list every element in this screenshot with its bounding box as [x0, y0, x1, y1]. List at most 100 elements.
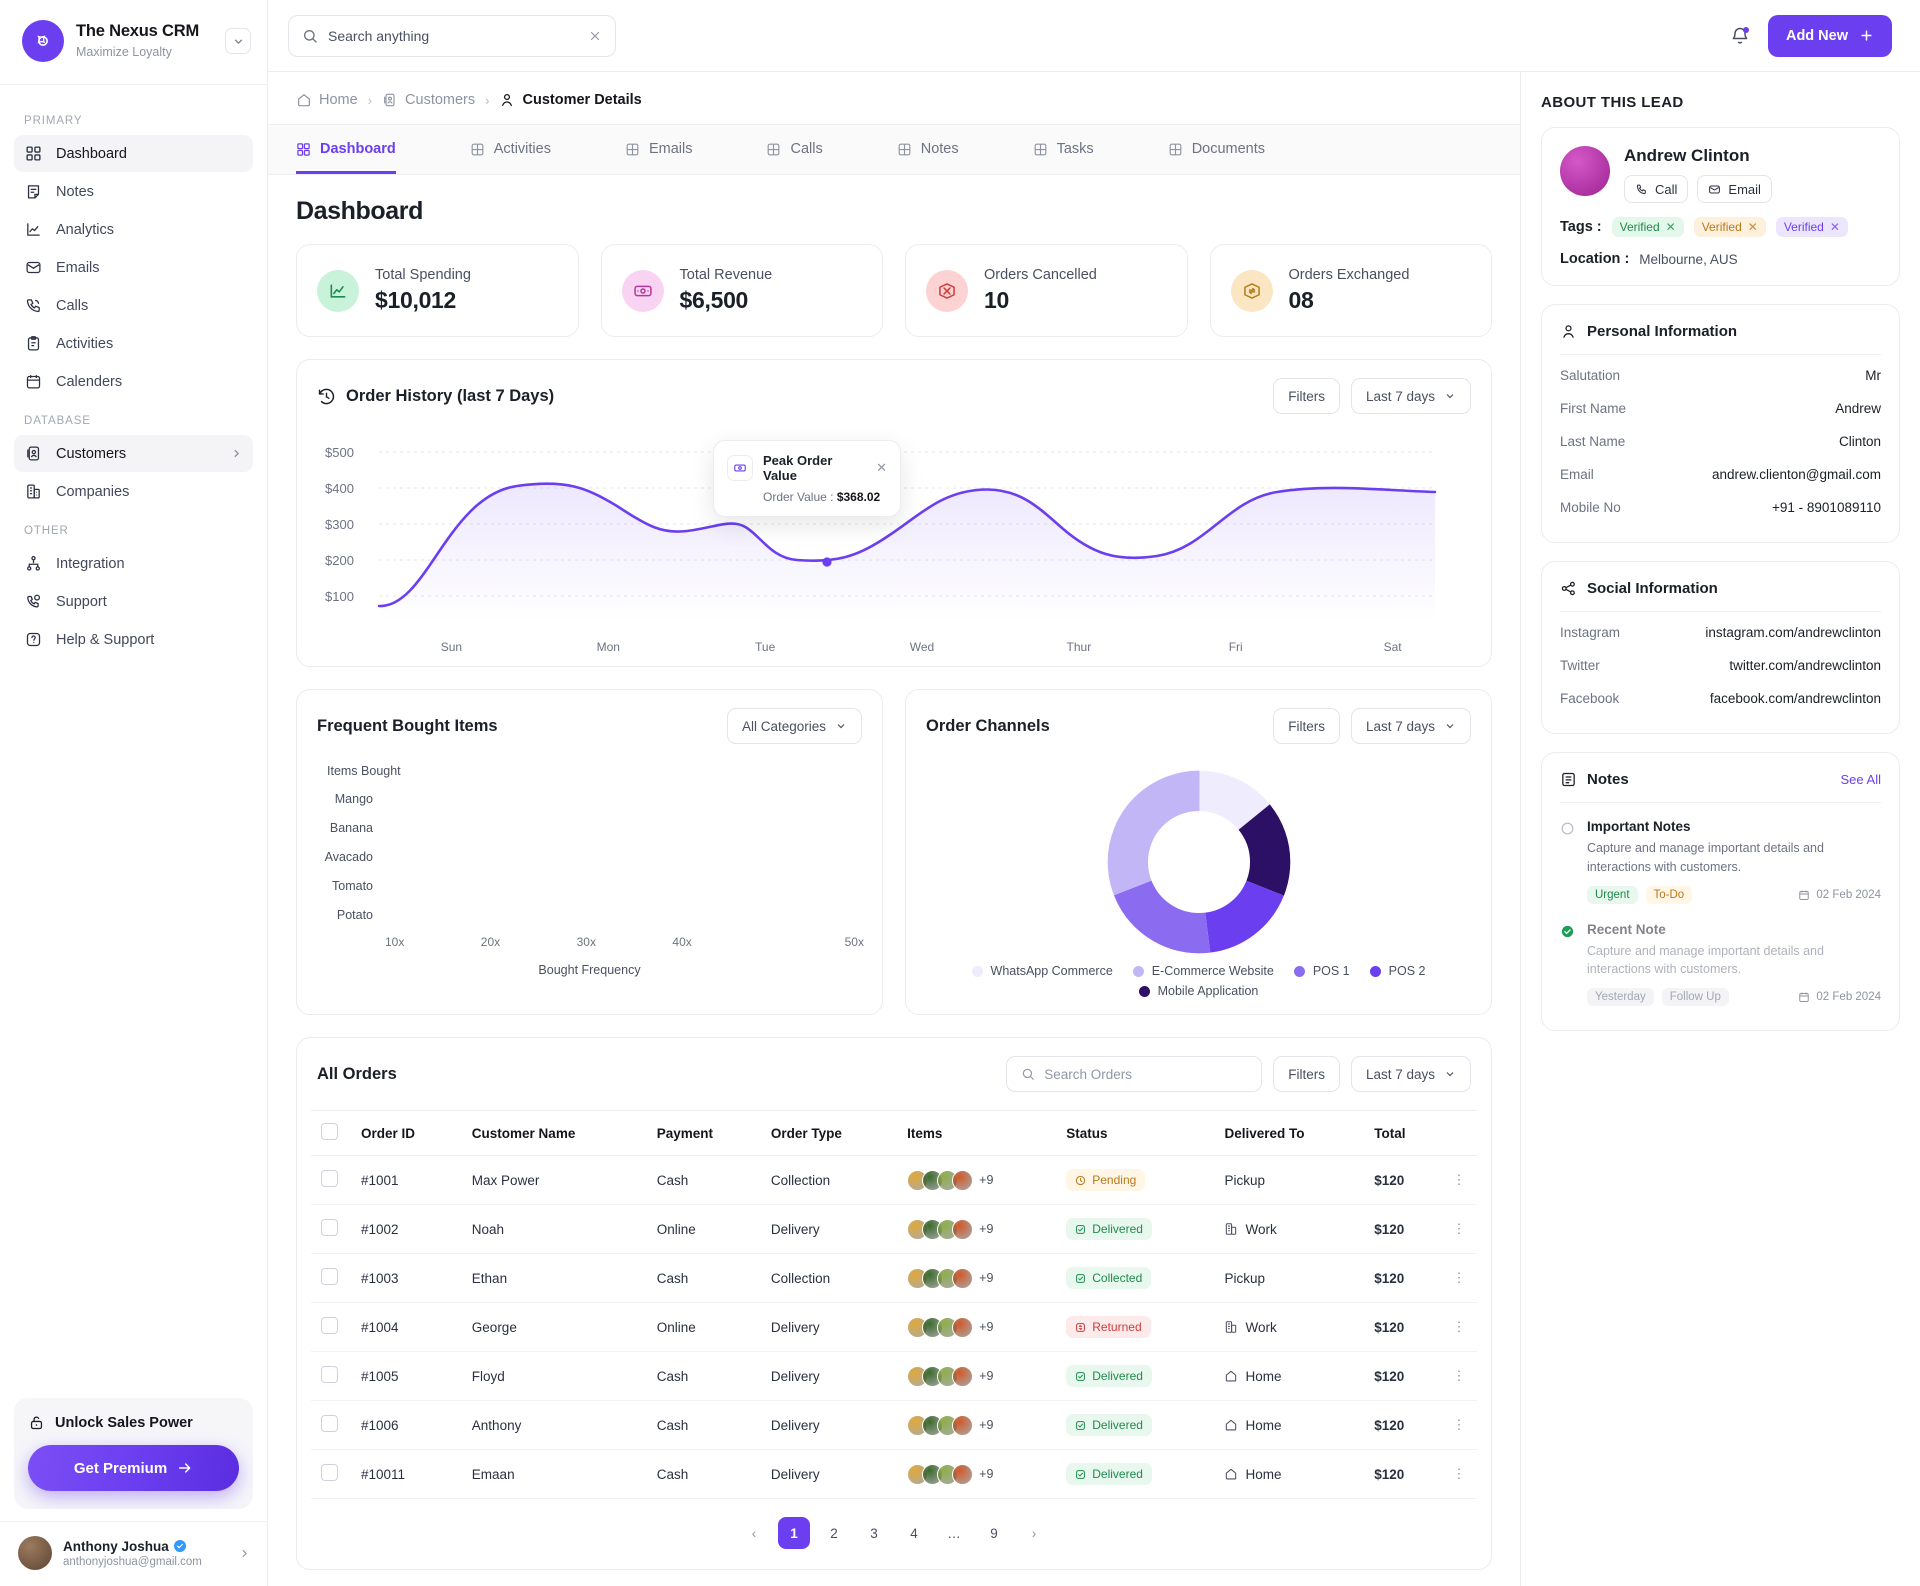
divider	[1560, 611, 1881, 612]
cell-order-type: Collection	[760, 1155, 898, 1205]
pagination-next[interactable]: ›	[1018, 1517, 1050, 1549]
field-value[interactable]: instagram.com/andrewclinton	[1705, 625, 1881, 640]
sidebar-item-activities[interactable]: Activities	[14, 325, 253, 362]
orders-range-select[interactable]: Last 7 days	[1350, 1056, 1471, 1092]
row-select-cell	[311, 1253, 351, 1303]
orders-search-input[interactable]: Search Orders	[1006, 1056, 1263, 1092]
row-checkbox[interactable]	[321, 1464, 338, 1481]
sidebar-item-analytics[interactable]: Analytics	[14, 211, 253, 248]
svg-text:$100: $100	[325, 589, 354, 604]
sidebar-item-notes[interactable]: Notes	[14, 173, 253, 210]
pagination-page-1[interactable]: 1	[778, 1517, 810, 1549]
promo-card: Unlock Sales Power Get Premium	[14, 1398, 253, 1509]
table-row[interactable]: #1005 Floyd Cash Delivery +9 Delivered Home $12…	[311, 1351, 1477, 1401]
row-actions-menu-icon[interactable]: ⋮	[1441, 1302, 1477, 1352]
item-thumb	[952, 1316, 974, 1338]
see-all-notes-button[interactable]: See All	[1841, 772, 1881, 787]
tag-verified-purple[interactable]: Verified ✕	[1775, 217, 1848, 237]
table-row[interactable]: #1003 Ethan Cash Collection +9 Collected Picku…	[311, 1253, 1477, 1303]
row-checkbox[interactable]	[321, 1219, 338, 1236]
select-all-checkbox[interactable]	[321, 1123, 338, 1140]
row-checkbox[interactable]	[321, 1415, 338, 1432]
category-select[interactable]: All Categories	[726, 708, 862, 744]
row-actions-menu-icon[interactable]: ⋮	[1441, 1253, 1477, 1303]
tag-verified-green[interactable]: Verified ✕	[1611, 217, 1684, 237]
breadcrumb-item-home[interactable]: Home	[296, 92, 358, 108]
tab-notes[interactable]: Notes	[897, 125, 959, 174]
row-actions-menu-icon[interactable]: ⋮	[1441, 1400, 1477, 1450]
order-history-actions: Filters Last 7 days	[1273, 378, 1471, 414]
tab-activities[interactable]: Activities	[470, 125, 551, 174]
sidebar-item-dashboard[interactable]: Dashboard	[14, 135, 253, 172]
sidebar-item-support[interactable]: Support	[14, 583, 253, 620]
pagination-prev[interactable]: ‹	[738, 1517, 770, 1549]
sidebar-item-calls[interactable]: Calls	[14, 287, 253, 324]
brand-header[interactable]: The Nexus CRM Maximize Loyalty	[0, 0, 267, 85]
sidebar-item-emails[interactable]: Emails	[14, 249, 253, 286]
row-select-cell	[311, 1302, 351, 1352]
row-checkbox[interactable]	[321, 1317, 338, 1334]
order-history-filters-button[interactable]: Filters	[1273, 378, 1340, 414]
field-value[interactable]: facebook.com/andrewclinton	[1710, 691, 1881, 706]
tab-dashboard[interactable]: Dashboard	[296, 125, 396, 174]
add-new-button[interactable]: Add New	[1767, 14, 1892, 57]
chevron-down-icon[interactable]	[225, 28, 251, 54]
table-row[interactable]: #1006 Anthony Cash Delivery +9 Delivered Home $…	[311, 1400, 1477, 1450]
row-actions-menu-icon[interactable]: ⋮	[1441, 1155, 1477, 1205]
sidebar-item-companies[interactable]: Companies	[14, 473, 253, 510]
cell-order-type: Collection	[760, 1253, 898, 1303]
table-row[interactable]: #1002 Noah Online Delivery +9 Delivered Work $1…	[311, 1204, 1477, 1254]
pagination-page-9[interactable]: 9	[978, 1517, 1010, 1549]
items-extra: +9	[979, 1467, 994, 1481]
item-thumb	[952, 1365, 974, 1387]
get-premium-button[interactable]: Get Premium	[28, 1445, 239, 1491]
cell-payment: Cash	[646, 1253, 761, 1303]
notifications-bell-icon[interactable]	[1730, 26, 1750, 46]
order-channels-card: Order Channels Filters Last 7 days Whats…	[905, 689, 1492, 1015]
tab-calls[interactable]: Calls	[766, 125, 823, 174]
close-icon[interactable]: ✕	[1666, 220, 1676, 234]
tab-emails[interactable]: Emails	[625, 125, 692, 174]
row-checkbox[interactable]	[321, 1268, 338, 1285]
search-input[interactable]: Search anything	[288, 14, 616, 57]
row-actions-menu-icon[interactable]: ⋮	[1441, 1449, 1477, 1499]
row-checkbox[interactable]	[321, 1366, 338, 1383]
call-button[interactable]: Call	[1624, 175, 1689, 203]
tab-documents[interactable]: Documents	[1168, 125, 1265, 174]
table-row[interactable]: #1001 Max Power Cash Collection +9 Pending Pic…	[311, 1155, 1477, 1205]
sidebar-item-customers[interactable]: Customers	[14, 435, 253, 472]
personal-info-title: Personal Information	[1587, 323, 1738, 340]
field-value[interactable]: twitter.com/andrewclinton	[1729, 658, 1881, 673]
sidebar-item-integration[interactable]: Integration	[14, 545, 253, 582]
email-button[interactable]: Email	[1697, 175, 1772, 203]
phone-icon	[24, 296, 43, 315]
clear-search-icon[interactable]	[588, 29, 602, 43]
row-actions-menu-icon[interactable]: ⋮	[1441, 1351, 1477, 1401]
close-icon[interactable]: ✕	[1748, 220, 1758, 234]
note-date: 02 Feb 2024	[1816, 991, 1881, 1003]
pagination-page-4[interactable]: 4	[898, 1517, 930, 1549]
promo-title-row: Unlock Sales Power	[28, 1414, 239, 1431]
close-icon[interactable]: ✕	[876, 460, 887, 476]
table-row[interactable]: #10011 Emaan Cash Delivery +9 Delivered Home $1…	[311, 1449, 1477, 1499]
close-icon[interactable]: ✕	[1830, 220, 1840, 234]
cell-customer-name: George	[461, 1302, 647, 1352]
user-profile-bar[interactable]: Anthony Joshua anthonyjoshua@gmail.com	[0, 1521, 267, 1586]
orders-filters-button[interactable]: Filters	[1273, 1056, 1340, 1092]
sidebar-item-calenders[interactable]: Calenders	[14, 363, 253, 400]
table-icon	[1168, 142, 1183, 157]
pagination-page-3[interactable]: 3	[858, 1517, 890, 1549]
tag-verified-amber[interactable]: Verified ✕	[1693, 217, 1766, 237]
row-checkbox[interactable]	[321, 1170, 338, 1187]
order-history-range-select[interactable]: Last 7 days	[1350, 378, 1471, 414]
user-menu-chevron-right-icon[interactable]	[238, 1547, 251, 1560]
order-channels-filters-button[interactable]: Filters	[1273, 708, 1340, 744]
table-row[interactable]: #1004 George Online Delivery +9 Returned Work $…	[311, 1302, 1477, 1352]
row-actions-menu-icon[interactable]: ⋮	[1441, 1204, 1477, 1254]
pagination-page-2[interactable]: 2	[818, 1517, 850, 1549]
order-channels-range-select[interactable]: Last 7 days	[1350, 708, 1471, 744]
tab-tasks[interactable]: Tasks	[1033, 125, 1094, 174]
sidebar-item-help-support[interactable]: Help & Support	[14, 621, 253, 658]
breadcrumb-item-customers[interactable]: Customers	[382, 92, 475, 108]
lead-identity: Andrew Clinton Call Email	[1560, 146, 1881, 203]
